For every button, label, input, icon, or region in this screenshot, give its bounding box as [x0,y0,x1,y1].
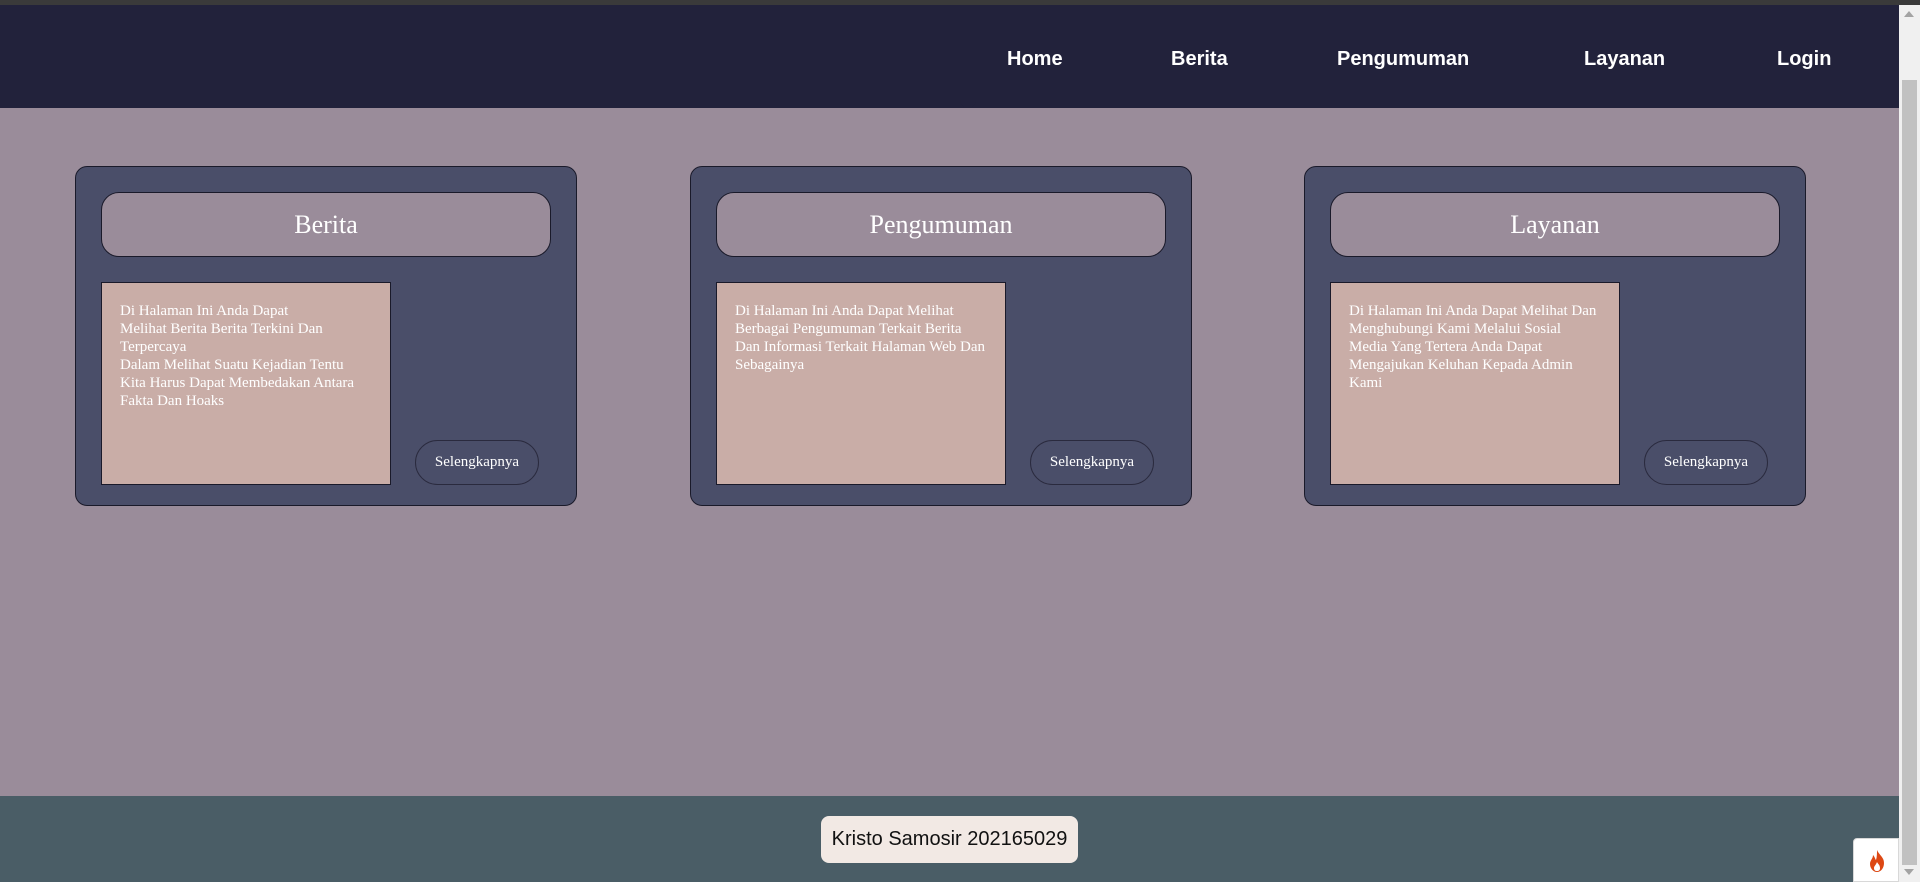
card-description: Di Halaman Ini Anda Dapat Melihat Dan Me… [1330,282,1620,485]
nav-link-berita[interactable]: Berita [1171,48,1228,71]
card-title: Layanan [1330,192,1780,257]
footer: Kristo Samosir 202165029 [0,796,1899,882]
card-description: Di Halaman Ini Anda Dapat Melihat Berbag… [716,282,1006,485]
card-title: Berita [101,192,551,257]
footer-author-badge: Kristo Samosir 202165029 [821,816,1078,863]
nav-link-login[interactable]: Login [1777,48,1831,71]
card-description: Di Halaman Ini Anda Dapat Melihat Berita… [101,282,391,485]
read-more-button[interactable]: Selengkapnya [1644,440,1768,485]
card-pengumuman: Pengumuman Di Halaman Ini Anda Dapat Mel… [690,166,1192,506]
floating-flame-button[interactable] [1853,838,1899,882]
card-layanan: Layanan Di Halaman Ini Anda Dapat Meliha… [1304,166,1806,506]
vertical-scrollbar[interactable] [1899,5,1920,882]
navbar: Home Berita Pengumuman Layanan Login [0,5,1899,108]
flame-icon [1870,850,1884,872]
scroll-down-arrow-icon[interactable] [1904,869,1914,875]
nav-link-layanan[interactable]: Layanan [1584,48,1665,71]
nav-link-pengumuman[interactable]: Pengumuman [1337,48,1469,71]
scroll-up-arrow-icon[interactable] [1904,11,1914,17]
read-more-button[interactable]: Selengkapnya [415,440,539,485]
card-title: Pengumuman [716,192,1166,257]
card-berita: Berita Di Halaman Ini Anda Dapat Melihat… [75,166,577,506]
scrollbar-thumb[interactable] [1902,80,1917,865]
nav-link-home[interactable]: Home [1007,48,1063,71]
read-more-button[interactable]: Selengkapnya [1030,440,1154,485]
